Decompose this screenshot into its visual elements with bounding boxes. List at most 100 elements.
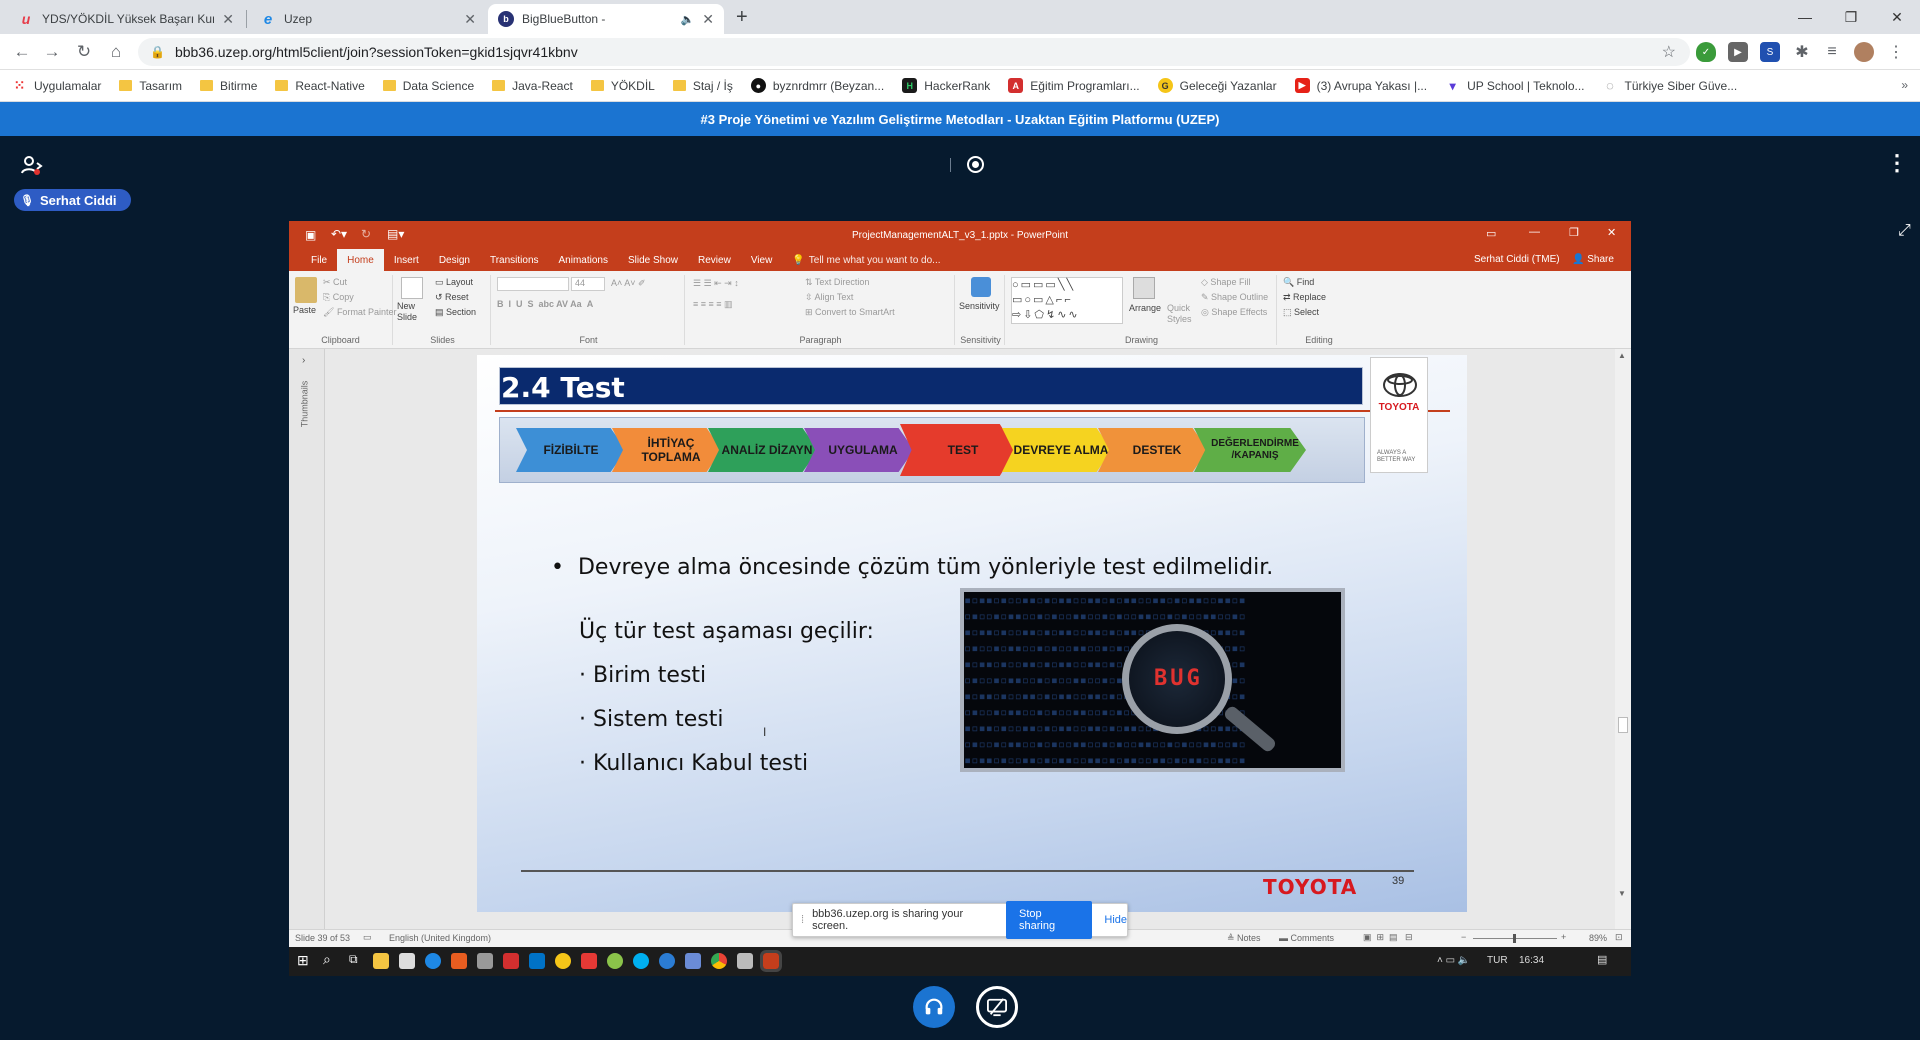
ppt-close-icon[interactable]: ✕ bbox=[1607, 226, 1616, 239]
ie-icon[interactable] bbox=[425, 953, 441, 969]
start-slideshow-icon[interactable]: ▤▾ bbox=[387, 227, 404, 241]
zoom-slider-thumb[interactable] bbox=[1513, 934, 1516, 943]
sensitivity-button[interactable]: Sensitivity bbox=[959, 301, 1000, 311]
sozluk-extension-icon[interactable]: S bbox=[1760, 42, 1780, 62]
reload-icon[interactable]: ↻ bbox=[72, 40, 96, 64]
cast-extension-icon[interactable]: ▶ bbox=[1728, 42, 1748, 62]
user-list-toggle-icon[interactable] bbox=[20, 154, 44, 176]
notification-center-icon[interactable]: ▤ bbox=[1597, 953, 1607, 966]
quick-styles-button[interactable]: Quick Styles bbox=[1167, 303, 1195, 325]
zoom-in-icon[interactable]: + bbox=[1561, 932, 1566, 942]
bookmark-folder[interactable]: Staj / İş bbox=[672, 79, 733, 93]
bookmark-github[interactable]: ● byznrdmrr (Beyzan... bbox=[750, 78, 884, 93]
options-menu-icon[interactable]: ⋮ bbox=[1886, 150, 1908, 176]
ppt-minimize-icon[interactable]: — bbox=[1529, 226, 1540, 238]
bookmark-pdf[interactable]: A Eğitim Programları... bbox=[1008, 78, 1140, 93]
bookmark-star-icon[interactable]: ☆ bbox=[1662, 42, 1676, 62]
task-view-icon[interactable]: ⧉ bbox=[349, 952, 358, 967]
stop-sharing-button[interactable]: Stop sharing bbox=[1005, 901, 1093, 939]
tab-slide-show[interactable]: Slide Show bbox=[618, 249, 688, 271]
font-format-icons[interactable]: B I U S abc AV Aa A bbox=[497, 299, 593, 309]
tab-insert[interactable]: Insert bbox=[384, 249, 429, 271]
spellcheck-icon[interactable]: ▭ bbox=[363, 932, 372, 943]
format-painter-button[interactable]: 🖌 Format Painter bbox=[323, 307, 396, 318]
notes-button[interactable]: ≜ Notes bbox=[1227, 933, 1261, 944]
text-direction-button[interactable]: ⇅ Text Direction bbox=[805, 277, 869, 288]
zoom-level[interactable]: 89% bbox=[1589, 933, 1607, 943]
scroll-up-icon[interactable]: ▲ bbox=[1618, 351, 1626, 360]
skype-icon[interactable] bbox=[633, 953, 649, 969]
find-button[interactable]: 🔍 Find bbox=[1283, 277, 1314, 288]
app-icon[interactable] bbox=[607, 953, 623, 969]
font-size-box[interactable]: 44 bbox=[571, 277, 605, 291]
drag-handle-icon[interactable]: ⁞ bbox=[801, 914, 804, 926]
shapes-gallery[interactable]: ○▭▭▭╲╲ ▭○▭△⌐⌐ ⇨⇩⬠↯∿∿ bbox=[1011, 277, 1123, 324]
paste-icon[interactable] bbox=[295, 277, 317, 303]
shape-outline-button[interactable]: ✎ Shape Outline bbox=[1201, 292, 1268, 303]
sensitivity-icon[interactable] bbox=[971, 277, 991, 297]
tab-view[interactable]: View bbox=[741, 249, 783, 271]
speaker-icon[interactable]: 🔈 bbox=[681, 13, 695, 26]
outlook-icon[interactable] bbox=[529, 953, 545, 969]
reset-button[interactable]: ↺ Reset bbox=[435, 292, 469, 303]
extensions-puzzle-icon[interactable]: ✱ bbox=[1792, 42, 1812, 62]
font-grow-shrink-icon[interactable]: A˄ A˅ ✐ bbox=[611, 278, 646, 289]
tray-icons[interactable]: ˄ ▭ 🔈 bbox=[1437, 955, 1470, 966]
align-text-button[interactable]: ⇳ Align Text bbox=[805, 292, 853, 303]
fullscreen-icon[interactable]: ⤢ bbox=[1898, 222, 1911, 240]
section-button[interactable]: ▤ Section bbox=[435, 307, 476, 318]
layout-button[interactable]: ▭ Layout bbox=[435, 277, 473, 288]
bookmark-youtube[interactable]: ▶ (3) Avrupa Yakası |... bbox=[1294, 78, 1427, 93]
expand-thumbnails-icon[interactable]: › bbox=[302, 355, 305, 366]
app-icon[interactable] bbox=[555, 953, 571, 969]
bookmark-folder[interactable]: Java-React bbox=[492, 79, 573, 93]
tab-design[interactable]: Design bbox=[429, 249, 480, 271]
browser-tab-uzep[interactable]: e Uzep ✕ bbox=[250, 4, 486, 34]
restore-button[interactable]: ❐ bbox=[1828, 0, 1874, 34]
comments-button[interactable]: ▬ Comments bbox=[1279, 933, 1334, 943]
bookmark-hackerrank[interactable]: H HackerRank bbox=[902, 78, 990, 93]
app-icon[interactable] bbox=[477, 953, 493, 969]
zoom-out-icon[interactable]: − bbox=[1461, 932, 1466, 942]
chrome-icon[interactable] bbox=[711, 953, 727, 969]
replace-button[interactable]: ⇄ Replace bbox=[1283, 292, 1326, 303]
share-button[interactable]: 👤 Share bbox=[1572, 254, 1614, 265]
tell-me-box[interactable]: 💡 Tell me what you want to do... bbox=[782, 249, 950, 271]
powerpoint-taskbar-icon[interactable] bbox=[760, 950, 782, 972]
fit-slide-icon[interactable]: ⊡ bbox=[1615, 932, 1623, 943]
hide-button[interactable]: Hide bbox=[1104, 914, 1127, 926]
home-icon[interactable]: ⌂ bbox=[104, 40, 128, 64]
app-icon[interactable] bbox=[685, 953, 701, 969]
input-language[interactable]: TUR bbox=[1487, 955, 1508, 966]
new-slide-icon[interactable] bbox=[401, 277, 423, 299]
close-tab-icon[interactable]: ✕ bbox=[464, 11, 476, 28]
talking-indicator[interactable]: 🎙 Serhat Ciddi bbox=[14, 189, 131, 211]
ppt-maximize-icon[interactable]: ❐ bbox=[1569, 226, 1579, 239]
scrollbar-thumb[interactable] bbox=[1618, 717, 1628, 733]
shield-extension-icon[interactable]: ✓ bbox=[1696, 42, 1716, 62]
shape-fill-button[interactable]: ◇ Shape Fill bbox=[1201, 277, 1250, 288]
bookmark-folder[interactable]: Bitirme bbox=[200, 79, 257, 93]
filezilla-icon[interactable] bbox=[503, 953, 519, 969]
undo-icon[interactable]: ↶▾ bbox=[331, 227, 347, 241]
ribbon-display-icon[interactable]: ▭ bbox=[1486, 227, 1496, 240]
arrange-button[interactable]: Arrange bbox=[1129, 303, 1161, 313]
audio-headphones-button[interactable] bbox=[913, 986, 955, 1028]
language-indicator[interactable]: English (United Kingdom) bbox=[389, 933, 491, 943]
copy-button[interactable]: ⎘ Copy bbox=[323, 292, 354, 303]
align-icons[interactable]: ≡ ≡ ≡ ≡ ▥ bbox=[693, 299, 733, 310]
clock[interactable]: 16:34 bbox=[1519, 955, 1544, 966]
edge-taskbar-icon[interactable] bbox=[659, 953, 675, 969]
cut-button[interactable]: ✂ Cut bbox=[323, 277, 347, 288]
slide-canvas[interactable]: 2.4 Test TOYOTA ALWAYS A BETTER WAY FİZİ… bbox=[477, 355, 1467, 912]
address-bar[interactable]: 🔒 bbb36.uzep.org/html5client/join?sessio… bbox=[138, 38, 1690, 66]
tab-animations[interactable]: Animations bbox=[549, 249, 618, 271]
reading-list-icon[interactable]: ≡ bbox=[1822, 42, 1842, 62]
forward-icon[interactable]: → bbox=[40, 40, 64, 64]
back-icon[interactable]: ← bbox=[10, 40, 34, 64]
app-icon[interactable] bbox=[737, 953, 753, 969]
close-tab-icon[interactable]: ✕ bbox=[222, 11, 234, 28]
arrange-icon[interactable] bbox=[1133, 277, 1155, 299]
redo-icon[interactable]: ↻ bbox=[361, 227, 371, 241]
list-icons[interactable]: ☰ ☰ ⇤ ⇥ ↕ bbox=[693, 278, 739, 289]
